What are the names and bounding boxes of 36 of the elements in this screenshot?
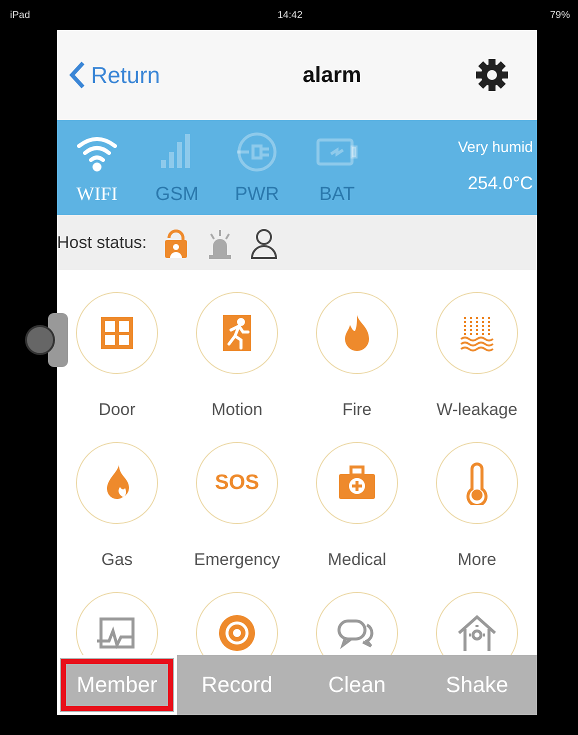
plug-icon (235, 130, 279, 174)
sensor-label: Gas (101, 550, 133, 570)
signal-label: BAT (319, 184, 355, 206)
page-title: alarm (302, 62, 362, 88)
battery-percent: 79% (550, 10, 570, 20)
sos-icon: SOS (214, 471, 260, 495)
sensor-label: Medical (328, 550, 386, 570)
settings-icon[interactable] (475, 58, 509, 92)
sensor-button[interactable] (76, 442, 158, 524)
sensor-button[interactable] (76, 292, 158, 374)
sensor-label: Motion (211, 400, 263, 420)
clock: 14:42 (277, 10, 303, 20)
sensor-label: Emergency (194, 550, 280, 570)
humidity-text: Very humid (458, 138, 533, 156)
sensor-button[interactable] (436, 292, 518, 374)
device-name: iPad (10, 10, 30, 20)
sensor-label: More (458, 550, 496, 570)
signal-label: GSM (155, 184, 199, 206)
return-link[interactable]: Return (69, 61, 189, 89)
sensor-button[interactable]: SOS (196, 442, 278, 524)
bottom-tab[interactable]: Shake (417, 655, 537, 715)
bottom-tab[interactable]: Clean (297, 655, 417, 715)
signal-label: PWR (234, 184, 280, 206)
sensor-button[interactable] (436, 442, 518, 524)
sensor-button[interactable] (196, 292, 278, 374)
sensor-label: W-leakage (436, 400, 518, 420)
bottom-tab[interactable]: Record (177, 655, 297, 715)
sensor-label: Fire (342, 400, 372, 420)
temperature-text: 254.0°C (468, 173, 533, 194)
sensor-button[interactable] (316, 292, 398, 374)
chevron-left-icon (69, 61, 85, 89)
bottom-tab[interactable]: Member (57, 655, 177, 715)
signal-label: WIFI (76, 184, 118, 206)
sensor-label: Door (98, 400, 136, 420)
host-status-label: Host status: (57, 232, 147, 252)
sensor-button[interactable] (316, 442, 398, 524)
